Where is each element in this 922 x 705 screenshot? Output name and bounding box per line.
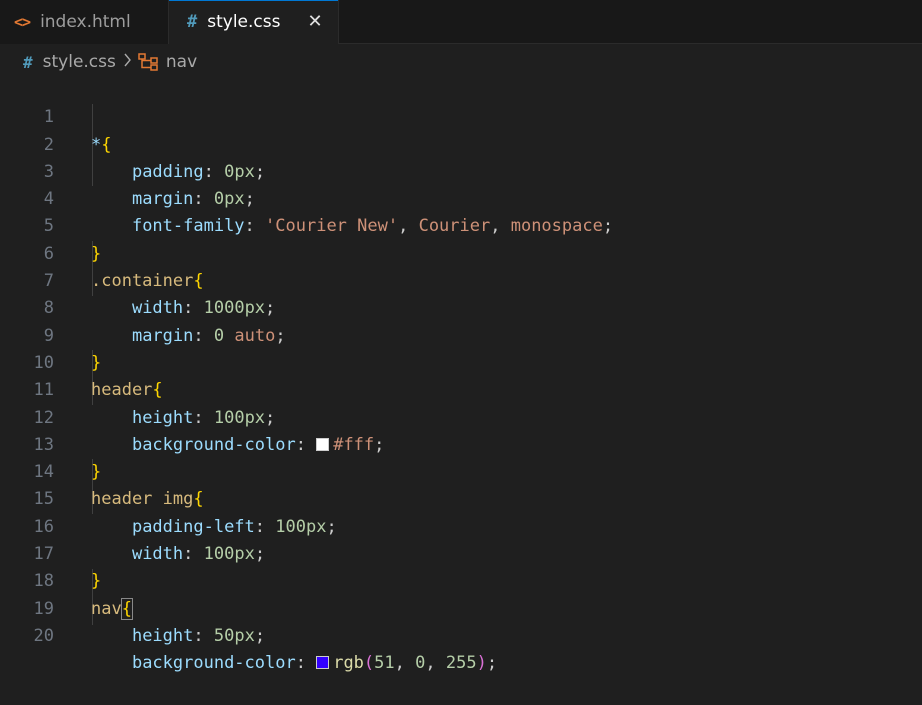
property: height — [131, 625, 194, 646]
code-line[interactable]: 14 header img{ — [0, 432, 922, 509]
code-line[interactable]: 18 nav{ — [0, 541, 922, 620]
code-line[interactable]: 17 } — [0, 514, 922, 591]
html-file-icon: <> — [14, 13, 31, 31]
editor-tab-bar: <> index.html # style.css ✕ — [0, 0, 922, 44]
breadcrumb-file[interactable]: style.css — [43, 52, 116, 72]
function: rgb — [333, 653, 364, 674]
code-line[interactable]: 11 height: 100px; — [0, 350, 922, 427]
code-line[interactable]: 8 margin: 0 auto; — [0, 268, 922, 345]
css-file-icon: # — [187, 12, 198, 32]
code-line[interactable]: 2 padding: 0px; — [0, 104, 922, 182]
breadcrumb-symbol[interactable]: nav — [166, 52, 197, 72]
tab-style-css[interactable]: # style.css ✕ — [169, 0, 339, 44]
paren: ) — [476, 653, 487, 674]
tab-index-html[interactable]: <> index.html — [0, 0, 169, 44]
code-line[interactable]: 6 .container{ — [0, 213, 922, 291]
code-line[interactable]: 9 } — [0, 295, 922, 373]
value: 51 — [374, 653, 395, 674]
code-line[interactable]: 4 font-family: 'Courier New', Courier, m… — [0, 159, 922, 236]
code-line[interactable]: 15 padding-left: 100px; — [0, 459, 922, 536]
code-line[interactable]: 7 width: 1000px; — [0, 241, 922, 318]
code-editor[interactable]: 1 *{ 2 padding: 0px; 3 margin: 0px; 4 fo… — [0, 77, 922, 673]
code-line[interactable]: 3 margin: 0px; — [0, 132, 922, 209]
color-swatch[interactable] — [316, 656, 330, 670]
code-line[interactable]: 16 width: 100px; — [0, 486, 922, 564]
tab-label: index.html — [40, 12, 131, 32]
code-line[interactable]: 20 background-color: rgb(51, 0, 255); — [0, 596, 922, 673]
property: background-color — [131, 653, 296, 674]
code-line[interactable]: 1 *{ — [0, 77, 922, 154]
line-number: 20 — [33, 625, 54, 646]
code-line[interactable]: 5 } — [0, 186, 922, 263]
tab-label: style.css — [207, 12, 281, 32]
css-file-icon: # — [23, 52, 33, 72]
code-line[interactable]: 12 background-color: #fff; — [0, 377, 922, 455]
breadcrumb: # style.css nav — [0, 48, 922, 76]
paren: ( — [363, 653, 375, 674]
value: 50px — [213, 625, 255, 646]
code-line[interactable]: 10 header{ — [0, 323, 922, 400]
value: 255 — [445, 653, 477, 674]
close-icon[interactable]: ✕ — [304, 10, 326, 32]
code-line[interactable]: 19 height: 50px; — [0, 568, 922, 646]
code-line[interactable]: 13 } — [0, 405, 922, 482]
value: 0 — [415, 653, 426, 674]
symbol-structure-icon — [138, 53, 160, 71]
chevron-right-icon — [123, 53, 132, 71]
